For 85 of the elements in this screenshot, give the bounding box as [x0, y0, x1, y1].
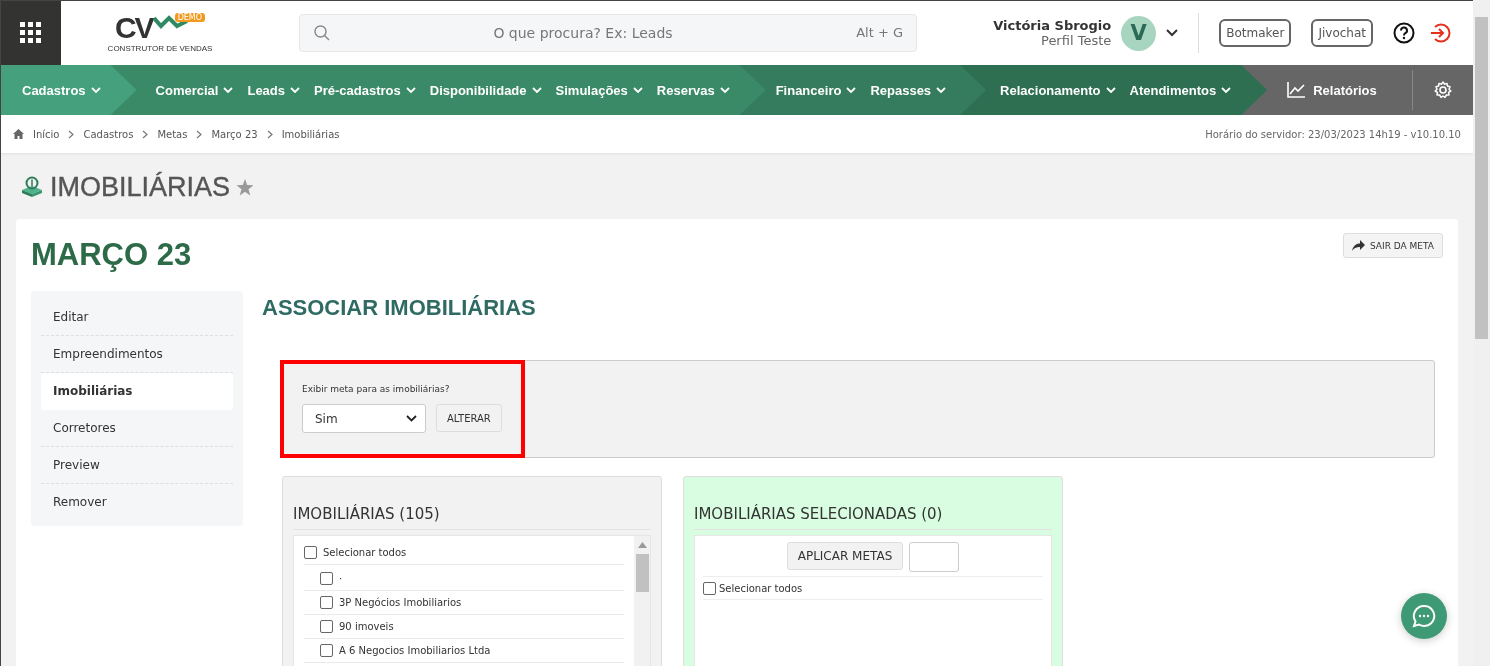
- sidebar-item[interactable]: Corretores: [41, 410, 233, 447]
- user-avatar[interactable]: V: [1121, 15, 1157, 51]
- nav-menu-item[interactable]: Comercial: [155, 82, 234, 98]
- checkbox[interactable]: [320, 596, 333, 609]
- display-select[interactable]: Sim: [302, 404, 426, 433]
- scrollbar-thumb[interactable]: [1475, 17, 1488, 339]
- section-title: ASSOCIAR IMOBILIÁRIAS: [262, 295, 537, 321]
- goal-title: MARÇO 23: [31, 237, 192, 273]
- apply-goals-button[interactable]: APLICAR METAS: [786, 542, 904, 570]
- user-profile: Perfil Teste: [1041, 33, 1112, 48]
- change-button[interactable]: ALTERAR: [436, 404, 502, 432]
- checkbox[interactable]: [320, 644, 333, 657]
- help-icon[interactable]: [1393, 22, 1415, 44]
- nav-menu-item[interactable]: Repasses: [870, 82, 947, 98]
- chevron-right-icon: [142, 129, 149, 139]
- checkbox-label: 90 imoveis: [339, 621, 394, 632]
- field-label: Exibir meta para as imobiliárias?: [302, 384, 451, 394]
- checkbox[interactable]: [320, 572, 333, 585]
- nav-menu-item[interactable]: Atendimentos: [1129, 82, 1232, 98]
- nav-menu-item[interactable]: Simulações: [555, 82, 643, 98]
- user-name: Victória Sbrogio: [993, 18, 1112, 33]
- chat-icon: [1412, 604, 1436, 628]
- checkbox[interactable]: [304, 545, 317, 559]
- logout-icon[interactable]: [1429, 22, 1451, 44]
- nav-menu-item[interactable]: Leads: [247, 82, 301, 98]
- sidebar-item[interactable]: Imobiliárias: [41, 373, 233, 410]
- integration-button[interactable]: Botmaker: [1219, 19, 1292, 47]
- chevron-down-icon: [531, 86, 542, 94]
- chevron-down-icon: [1221, 86, 1232, 94]
- chevron-down-icon: [846, 86, 857, 94]
- nav-menu-item[interactable]: Disponibilidade: [429, 82, 542, 98]
- reports-menu-item[interactable]: Relatórios: [1287, 82, 1377, 98]
- nav-menu-item[interactable]: Relacionamento: [1000, 82, 1116, 98]
- line-chart-icon: [1287, 82, 1306, 98]
- chevron-down-icon: [405, 86, 416, 94]
- checkbox-label: Selecionar todos: [719, 582, 803, 594]
- checkbox[interactable]: [703, 581, 716, 595]
- chevron-down-icon: [632, 86, 643, 94]
- chevron-down-icon: [936, 86, 947, 94]
- settings-icon: [1434, 81, 1452, 99]
- sidebar-item[interactable]: Preview: [41, 447, 233, 484]
- chevron-down-icon: [406, 415, 417, 422]
- grid-icon: [20, 22, 42, 44]
- checkbox-label: ·: [339, 573, 343, 584]
- coin-stack-icon: [20, 176, 44, 198]
- integration-button[interactable]: Jivochat: [1311, 19, 1373, 47]
- breadcrumb-link[interactable]: Março 23: [211, 128, 258, 140]
- chevron-down-icon: [719, 86, 730, 94]
- nav-menu-item[interactable]: Reservas: [656, 82, 730, 98]
- breadcrumb-link[interactable]: Cadastros: [83, 128, 134, 140]
- star-icon[interactable]: [236, 178, 255, 196]
- chevron-down-icon[interactable]: [1166, 29, 1179, 37]
- chevron-down-icon: [90, 86, 101, 94]
- logo-tagline: CONSTRUTOR DE VENDAS: [107, 44, 213, 53]
- chevron-down-icon: [1105, 86, 1116, 94]
- panel-title: IMOBILIÁRIAS SELECIONADAS (0): [694, 505, 1052, 530]
- page-title: IMOBILIÁRIAS: [50, 171, 231, 203]
- checkbox-label: 3P Negócios Imobiliarios: [339, 597, 462, 608]
- breadcrumb-link[interactable]: Início: [33, 128, 60, 140]
- server-time: Horário do servidor: 23/03/2023 14h19 - v10.10.10: [1205, 128, 1461, 140]
- nav-menu-item[interactable]: Pré-cadastros: [314, 82, 416, 98]
- checkbox[interactable]: [320, 620, 333, 633]
- shortcut-hint: Alt + G: [856, 25, 903, 40]
- exit-goal-button[interactable]: SAIR DA META: [1343, 233, 1443, 258]
- apps-menu-button[interactable]: [1, 1, 61, 65]
- logo[interactable]: CV DEMO CONSTRUTOR DE VENDAS: [101, 11, 219, 55]
- goal-input[interactable]: [909, 542, 960, 572]
- chevron-right-icon: [196, 129, 203, 139]
- scrollbar-thumb[interactable]: [635, 554, 649, 592]
- chevron-right-icon: [266, 129, 273, 139]
- chevron-down-icon: [290, 86, 301, 94]
- logo-mark: CV: [114, 13, 153, 43]
- sidebar-item[interactable]: Editar: [41, 299, 233, 336]
- checkbox-label: Selecionar todos: [323, 546, 407, 558]
- sidebar-item[interactable]: Remover: [41, 484, 233, 520]
- nav-menu-item[interactable]: Financeiro: [775, 82, 857, 98]
- chevron-down-icon: [223, 86, 234, 94]
- search-icon: [314, 25, 330, 41]
- demo-badge: DEMO: [174, 13, 206, 22]
- share-arrow-icon: [1352, 240, 1365, 251]
- checkbox-label: A 6 Negocios Imobiliarios Ltda: [339, 645, 491, 656]
- panel-title: IMOBILIÁRIAS (105): [293, 505, 651, 530]
- home-icon: [13, 129, 24, 139]
- chevron-right-icon: [68, 129, 75, 139]
- breadcrumb-link[interactable]: Metas: [157, 128, 188, 140]
